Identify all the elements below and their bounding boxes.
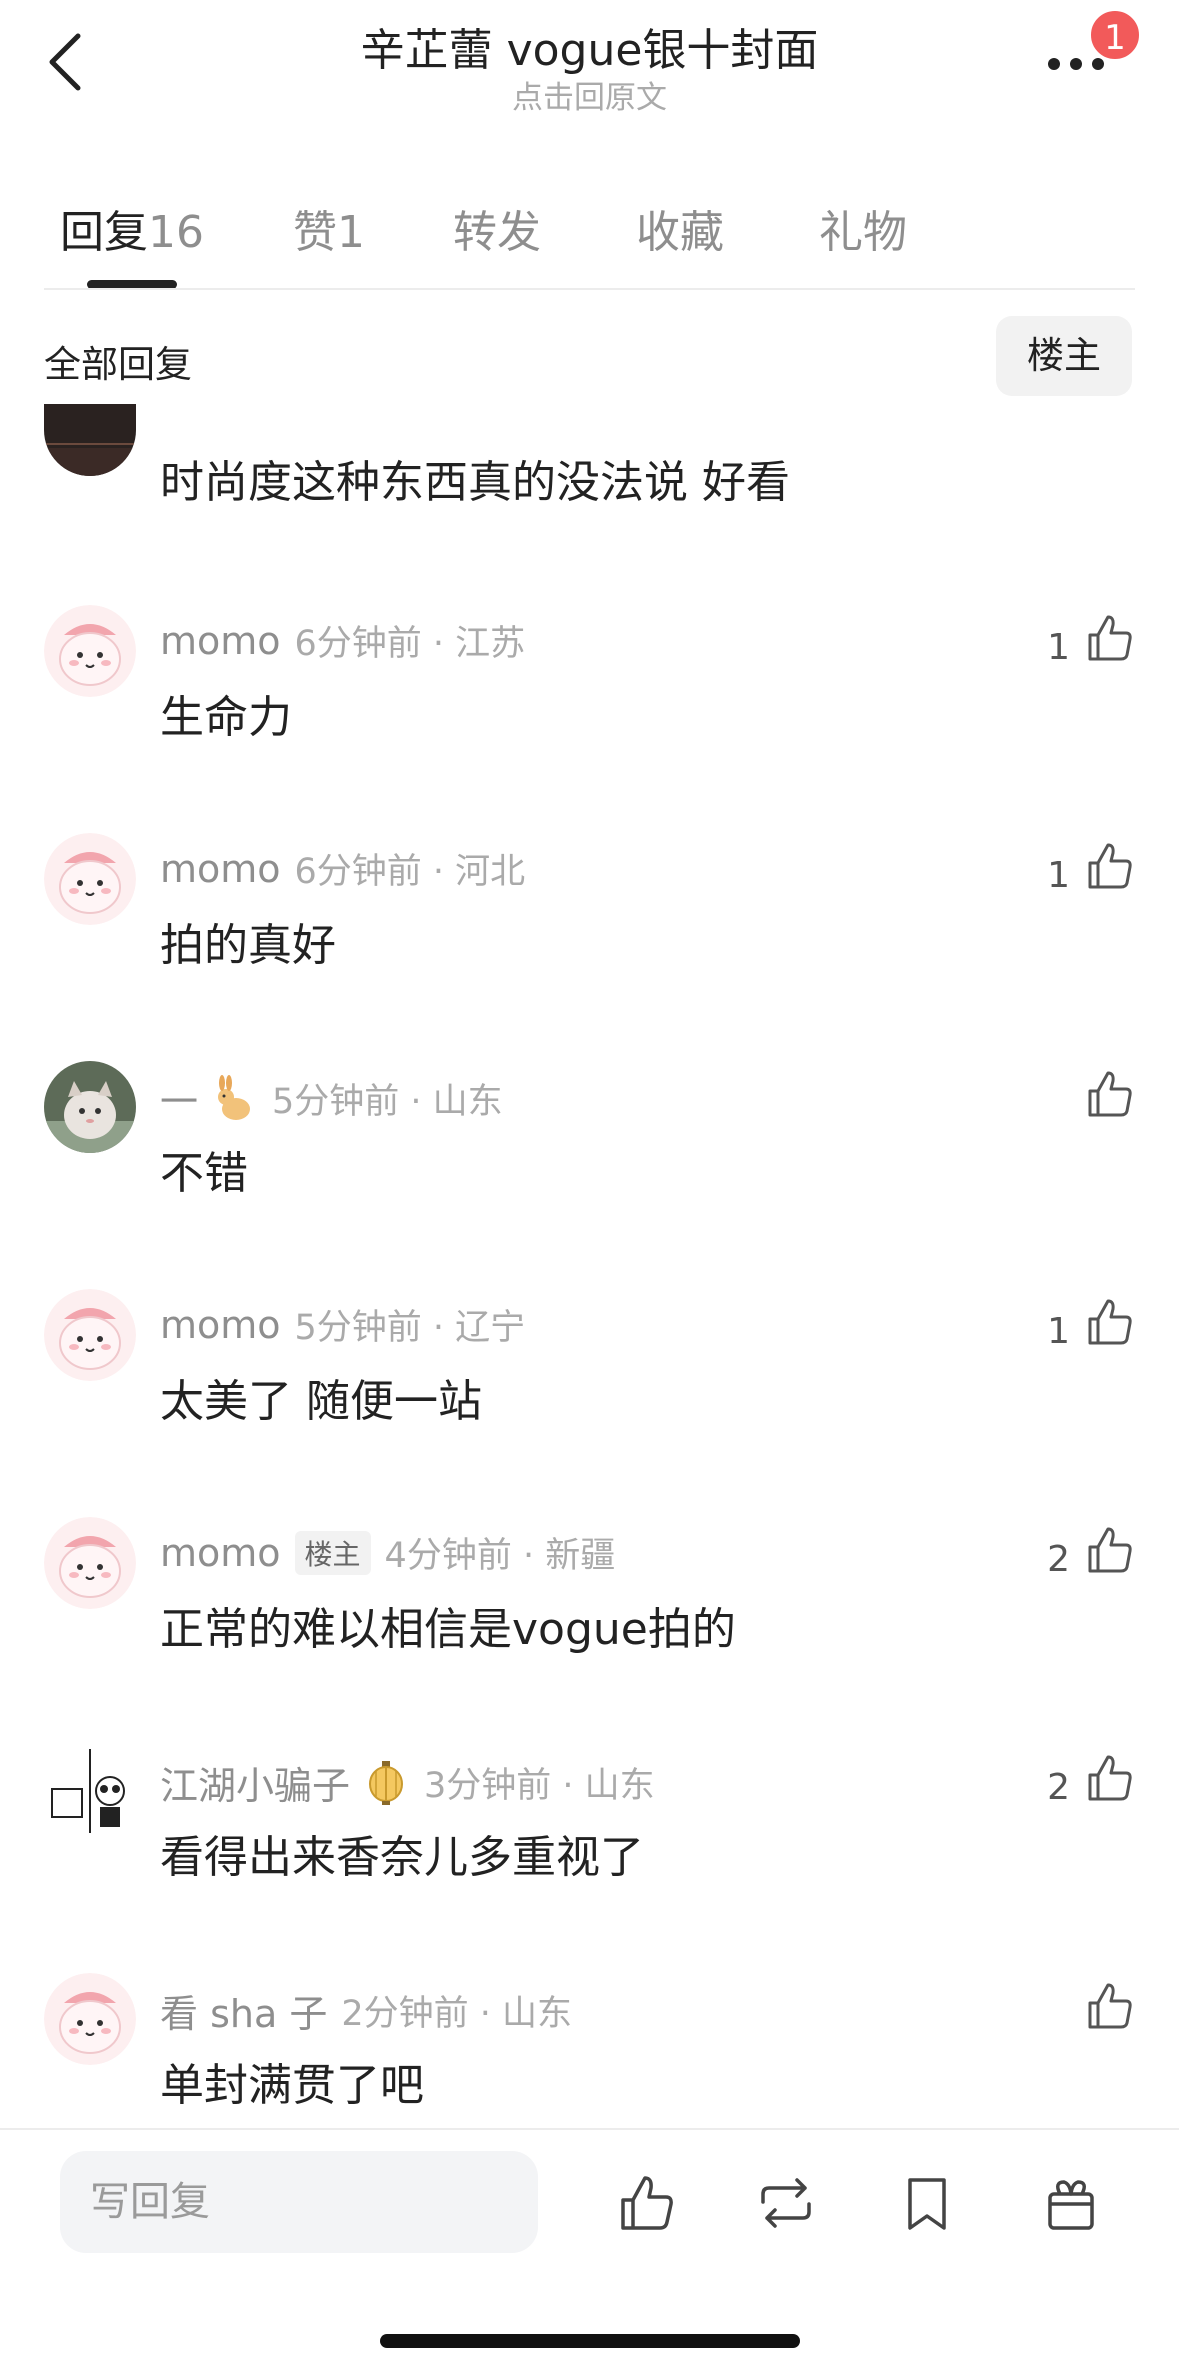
comment-item: 一 5分钟前 · 山东 不错 [0, 1061, 1179, 1289]
bookmark-button[interactable] [896, 2172, 958, 2234]
like-count: 2 [1047, 1767, 1070, 1808]
comment-text: 正常的难以相信是vogue拍的 [160, 1604, 736, 1655]
avatar[interactable] [44, 1517, 136, 1609]
timestamp-location: 5分钟前 · 辽宁 [294, 1308, 526, 1348]
thumbs-up-icon [1088, 1299, 1132, 1345]
like-count: 1 [1047, 1311, 1070, 1352]
thumbs-up-icon [1088, 1983, 1132, 2029]
like-button[interactable] [1082, 1979, 1136, 2033]
tab-reposts[interactable]: 转发 [453, 196, 541, 260]
thumbs-up-icon [621, 2176, 673, 2230]
pink-blob-avatar-icon [44, 1517, 136, 1609]
panda-meme-avatar-icon [44, 1745, 136, 1837]
comment-meta: 一 5分钟前 · 山东 [160, 1071, 503, 1126]
comment-text: 生命力 [160, 692, 292, 743]
comment-item: momo 6分钟前 · 河北 拍的真好 1 [0, 833, 1179, 1061]
comment-item: momo 楼主 4分钟前 · 新疆 正常的难以相信是vogue拍的 2 [0, 1517, 1179, 1745]
page-title[interactable]: 辛芷蕾 vogue银十封面 [0, 14, 1179, 78]
reply-input[interactable] [60, 2151, 538, 2253]
comment-text: 太美了 随便一站 [160, 1376, 482, 1427]
tab-count: 16 [148, 207, 204, 258]
comment-text: 拍的真好 [160, 920, 336, 971]
divider [44, 288, 1135, 290]
thumbs-up-icon [1088, 1527, 1132, 1573]
username[interactable]: 江湖小骗子 [160, 1755, 350, 1810]
comment-item: 时尚度这种东西真的没法说 好看 [0, 404, 1179, 638]
divider [0, 2128, 1179, 2130]
avatar[interactable] [44, 1061, 136, 1153]
tab-favorites[interactable]: 收藏 [636, 196, 724, 260]
avatar[interactable] [44, 605, 136, 697]
gift-icon [1048, 2180, 1094, 2230]
username[interactable]: momo [160, 1303, 281, 1347]
comment-meta: momo 6分钟前 · 河北 [160, 843, 525, 894]
username[interactable]: momo [160, 1531, 281, 1575]
back-to-original-link[interactable]: 点击回原文 [0, 72, 1179, 117]
like-button[interactable] [1082, 1523, 1136, 1577]
thumbs-up-icon [1088, 615, 1132, 661]
rabbit-icon [218, 1074, 251, 1120]
like-post-button[interactable] [615, 2172, 677, 2234]
username[interactable]: 一 [160, 1071, 198, 1126]
comment-text: 单封满贯了吧 [160, 2060, 424, 2111]
pink-blob-avatar-icon [44, 1973, 136, 2065]
like-button[interactable] [1082, 611, 1136, 665]
like-count: 1 [1047, 627, 1070, 668]
username[interactable]: momo [160, 847, 281, 891]
pink-blob-avatar-icon [44, 1289, 136, 1381]
tab-gifts[interactable]: 礼物 [819, 196, 907, 260]
tab-label: 赞 [293, 207, 337, 258]
tab-likes[interactable]: 赞1 [293, 196, 365, 260]
cat-photo-avatar-icon [44, 1061, 136, 1153]
tab-replies[interactable]: 回复16 [60, 196, 204, 260]
repost-button[interactable] [755, 2172, 817, 2234]
op-badge: 楼主 [294, 1530, 371, 1575]
tab-label: 回复 [60, 207, 148, 258]
pink-blob-avatar-icon [44, 605, 136, 697]
op-only-filter-button[interactable]: 楼主 [996, 316, 1132, 396]
like-button[interactable] [1082, 839, 1136, 893]
all-replies-label: 全部回复 [44, 343, 192, 386]
comment-meta: 看 sha 子 2分钟前 · 山东 [160, 1983, 572, 2038]
pink-blob-avatar-icon [44, 833, 136, 925]
comment-item: momo 6分钟前 · 江苏 生命力 1 [0, 605, 1179, 833]
timestamp-location: 5分钟前 · 山东 [272, 1082, 503, 1122]
gift-button[interactable] [1040, 2172, 1102, 2234]
lantern-icon [369, 1760, 404, 1805]
timestamp-location: 4分钟前 · 新疆 [384, 1536, 616, 1576]
avatar[interactable] [44, 833, 136, 925]
avatar[interactable] [44, 1745, 136, 1837]
like-button[interactable] [1082, 1067, 1136, 1121]
comment-meta: momo 6分钟前 · 江苏 [160, 615, 525, 666]
comment-meta: momo 楼主 4分钟前 · 新疆 [160, 1527, 615, 1578]
timestamp-location: 3分钟前 · 山东 [424, 1766, 655, 1806]
bookmark-icon [908, 2178, 946, 2230]
username[interactable]: momo [160, 619, 281, 663]
repost-icon [761, 2178, 811, 2228]
comment-item: momo 5分钟前 · 辽宁 太美了 随便一站 1 [0, 1289, 1179, 1517]
avatar[interactable] [44, 1973, 136, 2065]
comment-meta: momo 5分钟前 · 辽宁 [160, 1299, 525, 1350]
comment-item: 江湖小骗子 3分钟前 · 山东 看得出来香奈儿多重视了 2 [0, 1745, 1179, 1973]
username[interactable]: 看 sha 子 [160, 1983, 327, 2038]
timestamp-location: 2分钟前 · 山东 [341, 1994, 572, 2034]
tab-count: 1 [337, 207, 365, 258]
comment-text: 时尚度这种东西真的没法说 好看 [160, 457, 790, 508]
like-count: 1 [1047, 855, 1070, 896]
like-button[interactable] [1082, 1295, 1136, 1349]
thumbs-up-icon [1088, 1071, 1132, 1117]
comment-text: 看得出来香奈儿多重视了 [160, 1832, 644, 1883]
thumbs-up-icon [1088, 1755, 1132, 1801]
thumbs-up-icon [1088, 843, 1132, 889]
notification-badge: 1 [1088, 8, 1142, 62]
avatar[interactable] [44, 1289, 136, 1381]
avatar[interactable] [44, 404, 136, 476]
comment-text: 不错 [160, 1148, 248, 1199]
comment-meta: 江湖小骗子 3分钟前 · 山东 [160, 1755, 655, 1810]
timestamp-location: 6分钟前 · 河北 [294, 852, 526, 892]
home-indicator [380, 2334, 800, 2348]
like-count: 2 [1047, 1539, 1070, 1580]
timestamp-location: 6分钟前 · 江苏 [294, 624, 526, 664]
like-button[interactable] [1082, 1751, 1136, 1805]
